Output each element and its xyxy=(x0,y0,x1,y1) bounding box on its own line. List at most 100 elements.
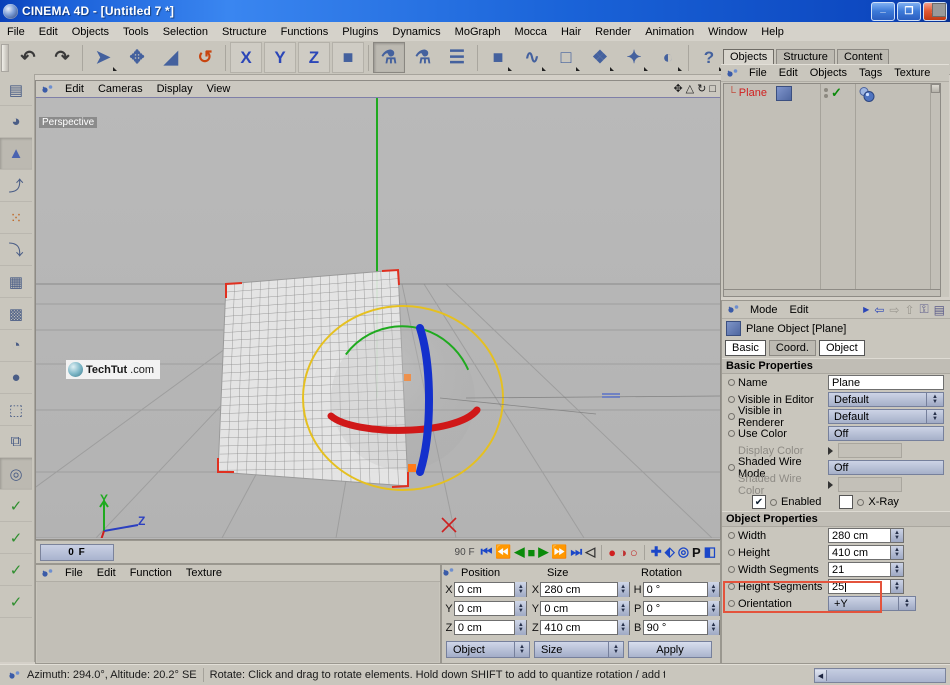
object-menu-edit[interactable]: Edit xyxy=(773,67,804,79)
go-to-end-button[interactable]: ⏭ xyxy=(571,544,583,560)
coord-spinner-rotation-p[interactable]: ▲▼ xyxy=(707,601,719,616)
menu-item-edit[interactable]: Edit xyxy=(32,25,65,39)
dropdown-arrow-icon[interactable] xyxy=(576,67,580,71)
redo-button[interactable]: ↷ xyxy=(46,42,78,73)
select-tool-button[interactable]: ➤ xyxy=(87,42,119,73)
menu-item-selection[interactable]: Selection xyxy=(156,25,215,39)
animation-lock-button[interactable]: ⧉ xyxy=(0,426,32,458)
scroll-up-arrow[interactable] xyxy=(931,84,940,93)
dropdown-arrow-icon[interactable] xyxy=(113,67,117,71)
property-spinner[interactable]: ▲▼ xyxy=(890,580,903,593)
viewport-menu-view[interactable]: View xyxy=(200,83,238,95)
viewport-3d-scene[interactable]: Y Z X xyxy=(36,98,720,538)
zoom-view-icon[interactable]: △ xyxy=(686,82,694,95)
progress-left-arrow[interactable]: ◀ xyxy=(815,670,827,681)
texture-axis-button[interactable]: ◔ xyxy=(0,330,32,362)
property-bullet-icon[interactable] xyxy=(728,413,735,420)
coord-spinner-position-z[interactable]: ▲▼ xyxy=(514,620,526,635)
property-bullet-icon[interactable] xyxy=(728,549,735,556)
property-control-orientation[interactable]: +Y▲▼ xyxy=(828,596,916,611)
coord-mode-object-arrows[interactable]: ▲▼ xyxy=(514,642,529,657)
coord-mode-size-dropdown[interactable]: Size ▲▼ xyxy=(534,641,624,658)
scale-tool-button[interactable]: ◢ xyxy=(155,42,187,73)
y-axis-lock-button[interactable]: Y xyxy=(264,42,296,73)
coord-spinner-rotation-b[interactable]: ▲▼ xyxy=(707,620,719,635)
history-next-icon[interactable]: ⇨ xyxy=(889,303,899,317)
property-control-width-segments[interactable]: 21▲▼ xyxy=(828,562,904,577)
property-bullet-icon[interactable] xyxy=(728,566,735,573)
go-to-start-button[interactable]: ⏮ xyxy=(481,544,493,560)
expand-arrow-icon[interactable] xyxy=(828,481,833,489)
move-tool-button[interactable]: ✥ xyxy=(121,42,153,73)
menu-item-functions[interactable]: Functions xyxy=(274,25,336,39)
coord-field-size-y[interactable]: 0 cm▲▼ xyxy=(540,601,629,616)
viewport-menu-display[interactable]: Display xyxy=(150,83,200,95)
coord-field-rotation-p[interactable]: 0 °▲▼ xyxy=(643,601,720,616)
property-bullet-icon[interactable] xyxy=(728,600,735,607)
render-settings-button[interactable]: ☰ xyxy=(441,42,473,73)
go-up-icon[interactable]: ⇧ xyxy=(904,303,914,317)
history-forward-icon[interactable]: ▶ xyxy=(863,305,869,314)
property-bullet-icon[interactable] xyxy=(728,464,735,471)
property-bullet-icon[interactable] xyxy=(728,532,735,539)
coord-spinner-rotation-h[interactable]: ▲▼ xyxy=(707,582,719,597)
property-control-shaded-wire-mode[interactable]: Off xyxy=(828,460,944,475)
viewport-menu-edit[interactable]: Edit xyxy=(58,83,91,95)
coord-field-position-x[interactable]: 0 cm▲▼ xyxy=(454,582,527,597)
object-axis-button[interactable]: ⤴ xyxy=(0,170,32,202)
menu-restore-icon[interactable] xyxy=(932,3,946,17)
autokey-button[interactable]: ◑ xyxy=(619,545,627,560)
checkbox-xray[interactable] xyxy=(839,495,853,509)
pan-view-icon[interactable]: ✥ xyxy=(673,82,682,95)
record-rotation-button[interactable]: ◎ xyxy=(678,544,689,560)
play-reverse-button[interactable]: ◀ xyxy=(514,544,524,560)
object-manager-scrollbar[interactable] xyxy=(930,84,940,290)
menu-item-plugins[interactable]: Plugins xyxy=(335,25,385,39)
texture-lock-button[interactable]: ✓ xyxy=(0,522,32,554)
keyframe-selection-button[interactable]: ○ xyxy=(630,545,638,560)
x-axis-lock-button[interactable]: X xyxy=(230,42,262,73)
property-spinner[interactable]: ▲▼ xyxy=(890,529,903,542)
menu-item-objects[interactable]: Objects xyxy=(65,25,116,39)
add-cube-primitive-button[interactable]: ■ xyxy=(482,42,514,73)
record-parameter-button[interactable]: ◧ xyxy=(704,544,716,560)
coord-mode-size-arrows[interactable]: ▲▼ xyxy=(608,642,623,657)
object-menu-tags[interactable]: Tags xyxy=(853,67,888,79)
add-spline-button[interactable]: ∿ xyxy=(516,42,548,73)
attr-menu-edit[interactable]: Edit xyxy=(784,304,815,316)
coord-spinner-position-x[interactable]: ▲▼ xyxy=(514,582,526,597)
tab-objects[interactable]: Objects xyxy=(723,49,774,64)
record-pla-button[interactable]: P xyxy=(692,545,701,560)
expand-arrow-icon[interactable] xyxy=(828,447,833,455)
menu-item-mocca[interactable]: Mocca xyxy=(508,25,554,39)
material-menu-edit[interactable]: Edit xyxy=(90,567,123,579)
visibility-toggle-dots[interactable] xyxy=(824,88,828,98)
dropdown-arrow-icon[interactable] xyxy=(542,67,546,71)
property-control-height-segments[interactable]: 25▲▼ xyxy=(828,579,904,594)
history-back-icon[interactable]: ⇦ xyxy=(874,303,884,317)
object-menu-file[interactable]: File xyxy=(743,67,773,79)
minimize-button[interactable]: _ xyxy=(871,2,895,21)
property-bullet-icon[interactable] xyxy=(728,430,735,437)
stop-button[interactable]: ■ xyxy=(527,545,535,560)
rotate-view-icon[interactable]: ↻ xyxy=(697,82,706,95)
coord-mode-object-dropdown[interactable]: Object ▲▼ xyxy=(446,641,530,658)
particle-toggle-button[interactable]: ✓ xyxy=(0,586,32,618)
quantize-toggle-button[interactable]: ✓ xyxy=(0,490,32,522)
visibility-row[interactable]: ✓ xyxy=(821,84,855,102)
menu-item-mograph[interactable]: MoGraph xyxy=(448,25,508,39)
current-frame-field[interactable]: 0 F xyxy=(40,544,114,561)
object-axis-modes-button[interactable]: ◕ xyxy=(0,106,32,138)
property-control-height[interactable]: 410 cm▲▼ xyxy=(828,545,904,560)
property-spinner[interactable]: ▲▼ xyxy=(890,563,903,576)
toolbar-grip[interactable] xyxy=(1,44,9,72)
menu-item-structure[interactable]: Structure xyxy=(215,25,274,39)
previous-key-button[interactable]: ⏪ xyxy=(495,544,511,560)
viewport-clip-button[interactable]: ✓ xyxy=(0,554,32,586)
coord-field-position-y[interactable]: 0 cm▲▼ xyxy=(454,601,527,616)
menu-item-hair[interactable]: Hair xyxy=(554,25,588,39)
checkbox-enabled[interactable]: ✔ xyxy=(752,495,766,509)
next-key-button[interactable]: ⏩ xyxy=(551,544,567,560)
dropdown-arrow-icon[interactable] xyxy=(644,67,648,71)
panel-layout-icon[interactable]: ▤ xyxy=(934,303,945,317)
